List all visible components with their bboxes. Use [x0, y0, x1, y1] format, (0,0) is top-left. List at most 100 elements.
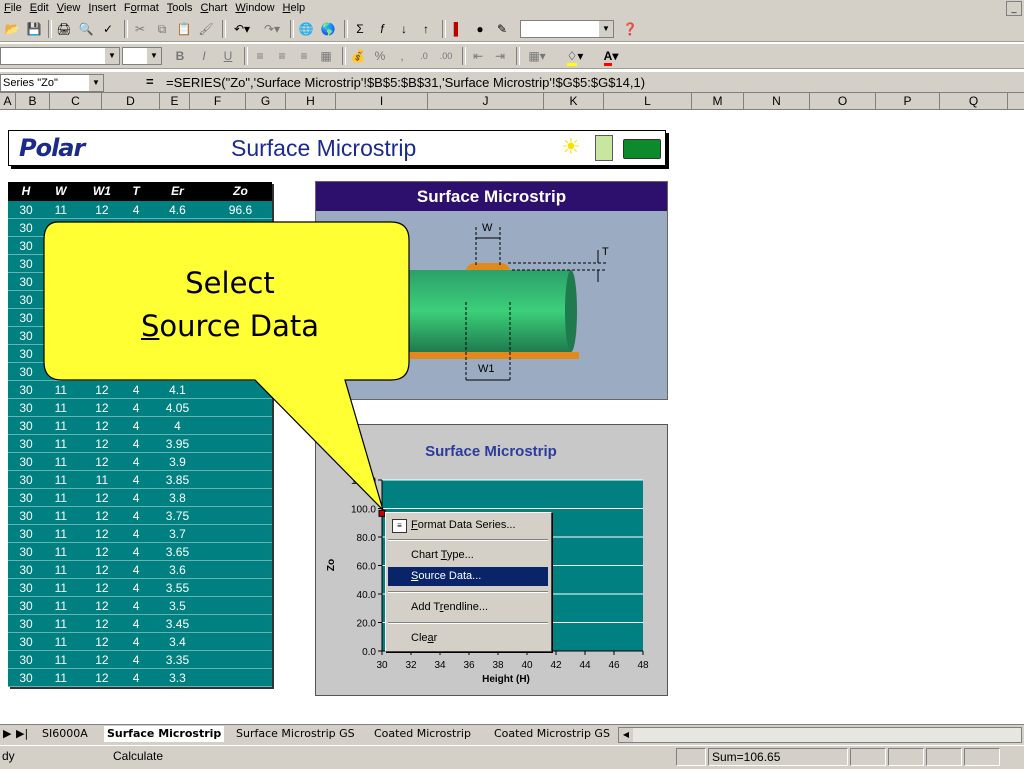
table-cell[interactable]: 30	[8, 596, 45, 615]
table-cell[interactable]	[208, 632, 272, 651]
table-header[interactable]: T	[126, 182, 146, 201]
column-header-c[interactable]: C	[50, 93, 102, 109]
hyperlink-icon[interactable]: 🌐	[296, 20, 316, 38]
table-cell[interactable]: 3.55	[145, 578, 209, 597]
table-cell[interactable]: 4	[126, 614, 146, 633]
table-cell[interactable]: 3.4	[145, 632, 209, 651]
decrease-indent-icon[interactable]: ⇤	[468, 47, 488, 65]
sort-ascending-icon[interactable]: ↓	[394, 20, 414, 38]
italic-icon[interactable]: I	[194, 47, 214, 65]
column-header-a[interactable]: A	[0, 93, 16, 109]
table-cell[interactable]: 11	[44, 200, 78, 219]
table-cell[interactable]: 12	[77, 596, 127, 615]
table-cell[interactable]: 11	[44, 632, 78, 651]
context-item-clear[interactable]: Clear	[388, 629, 548, 648]
table-cell[interactable]: 12	[77, 632, 127, 651]
column-header-r[interactable]: R	[1008, 93, 1024, 109]
table-cell[interactable]: 30	[8, 560, 45, 579]
table-cell[interactable]: 30	[8, 236, 45, 255]
table-cell[interactable]: 3.45	[145, 614, 209, 633]
chart-wizard-icon[interactable]: ▌	[448, 20, 468, 38]
underline-icon[interactable]: U	[218, 47, 238, 65]
open-icon[interactable]: 📂	[2, 20, 22, 38]
sheet-tab-coated-microstrip[interactable]: Coated Microstrip	[374, 726, 471, 742]
context-item-format-data-series[interactable]: Format Data Series... ≡	[388, 516, 548, 535]
context-item-source-data[interactable]: Source Data...	[388, 567, 548, 586]
currency-icon[interactable]: 💰	[348, 47, 368, 65]
table-header[interactable]: Er	[145, 182, 209, 201]
table-cell[interactable]: 11	[44, 542, 78, 561]
chevron-down-icon[interactable]: ▼	[147, 48, 161, 64]
paste-icon[interactable]: 📋	[174, 20, 194, 38]
table-cell[interactable]: 11	[44, 668, 78, 687]
table-cell[interactable]: 12	[77, 668, 127, 687]
table-cell[interactable]: 30	[8, 272, 45, 291]
menu-item-edit[interactable]: Edit	[26, 1, 53, 16]
undo-icon[interactable]: ↶▾	[228, 20, 256, 38]
sheet-tab-si6000a[interactable]: SI6000A	[42, 726, 88, 742]
zoom-combo[interactable]: ▼	[520, 20, 614, 38]
table-cell[interactable]: 12	[77, 200, 127, 219]
column-header-g[interactable]: G	[246, 93, 286, 109]
table-cell[interactable]: 30	[8, 524, 45, 543]
table-cell[interactable]: 30	[8, 434, 45, 453]
table-cell[interactable]: 30	[8, 668, 45, 687]
bold-icon[interactable]: B	[170, 47, 190, 65]
table-cell[interactable]: 12	[77, 578, 127, 597]
chevron-down-icon[interactable]: ▼	[89, 75, 103, 91]
table-cell[interactable]	[208, 614, 272, 633]
table-cell[interactable]: 11	[44, 578, 78, 597]
column-header-o[interactable]: O	[810, 93, 876, 109]
menu-item-window[interactable]: Window	[231, 1, 278, 16]
table-cell[interactable]: 30	[8, 578, 45, 597]
table-cell[interactable]: 4	[126, 596, 146, 615]
merge-center-icon[interactable]: ▦	[316, 47, 336, 65]
table-cell[interactable]: 4	[126, 560, 146, 579]
table-cell[interactable]: 4	[126, 668, 146, 687]
borders-icon[interactable]: ▦▾	[522, 47, 552, 65]
autosum-icon[interactable]: Σ	[350, 20, 370, 38]
format-painter-icon[interactable]: 🖌	[196, 20, 216, 38]
table-cell[interactable]: 3.35	[145, 650, 209, 669]
comma-icon[interactable]: ,	[392, 47, 412, 65]
table-cell[interactable]: 30	[8, 632, 45, 651]
table-cell[interactable]	[208, 650, 272, 669]
column-header-b[interactable]: B	[16, 93, 50, 109]
table-cell[interactable]: 3.5	[145, 596, 209, 615]
menu-item-tools[interactable]: Tools	[163, 1, 197, 16]
increase-decimal-icon[interactable]: .0	[414, 47, 434, 65]
table-cell[interactable]: 4	[126, 200, 146, 219]
increase-indent-icon[interactable]: ⇥	[490, 47, 510, 65]
menu-item-help[interactable]: Help	[279, 1, 310, 16]
table-cell[interactable]	[208, 578, 272, 597]
column-header-e[interactable]: E	[160, 93, 190, 109]
menu-item-insert[interactable]: Insert	[84, 1, 120, 16]
restore-window-button[interactable]: _	[1006, 1, 1022, 16]
tab-scroll-next-icon[interactable]: ▶	[3, 726, 11, 742]
menu-item-format[interactable]: Format	[120, 1, 163, 16]
table-cell[interactable]: 3.65	[145, 542, 209, 561]
column-header-d[interactable]: D	[102, 93, 160, 109]
table-cell[interactable]: 11	[44, 596, 78, 615]
menu-item-file[interactable]: File	[0, 1, 26, 16]
table-cell[interactable]: 30	[8, 200, 45, 219]
chevron-down-icon[interactable]: ▼	[599, 21, 613, 37]
print-preview-icon[interactable]: 🔍	[76, 20, 96, 38]
table-cell[interactable]: 30	[8, 326, 45, 345]
table-cell[interactable]: 11	[44, 560, 78, 579]
table-cell[interactable]: 11	[44, 614, 78, 633]
table-cell[interactable]: 30	[8, 470, 45, 489]
spelling-icon[interactable]: ✓	[98, 20, 118, 38]
sheet-tab-surface-microstrip[interactable]: Surface Microstrip	[104, 726, 225, 742]
table-cell[interactable]: 30	[8, 488, 45, 507]
formula-text[interactable]: =SERIES("Zo",'Surface Microstrip'!$B$5:$…	[166, 75, 645, 90]
table-cell[interactable]: 30	[8, 290, 45, 309]
context-item-chart-type[interactable]: Chart Type...	[388, 546, 548, 565]
table-cell[interactable]: 30	[8, 452, 45, 471]
menu-item-chart[interactable]: Chart	[196, 1, 231, 16]
table-cell[interactable]	[208, 542, 272, 561]
table-cell[interactable]: 3.3	[145, 668, 209, 687]
cut-icon[interactable]: ✂	[130, 20, 150, 38]
table-cell[interactable]: 30	[8, 362, 45, 381]
align-center-icon[interactable]: ≡	[272, 47, 292, 65]
